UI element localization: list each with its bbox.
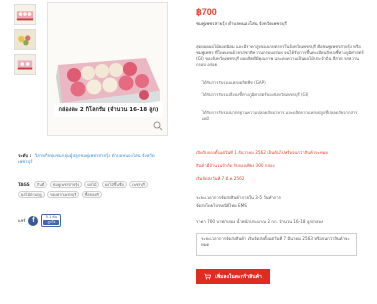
tag-item[interactable]: เพชรบุรี [129, 181, 148, 188]
availability-line: สินค้ามีจำนวนจำกัด รับจองเพียง 300 กล่อง [196, 163, 275, 168]
share-bar: แชร์ f 5.1 พัน ถูกใจ [18, 214, 62, 227]
feature-item: ได้รับการรับรองสิ่งบ่งชี้ทางภูมิศาสตร์ขอ… [202, 92, 309, 97]
image-caption: กล่องละ 2 กิโลกรัม (จำนวน 16-18 ลูก) [58, 107, 159, 113]
cart-icon [204, 273, 212, 280]
zoom-icon[interactable] [153, 121, 163, 131]
shipping-line: ระยะเวลาการจัดส่งสินค้าภายใน 3-5 วันทำกา… [196, 195, 281, 200]
product-category: ระดับ : วิสาหกิจชุมชนกลุ่มผู้ปลูกชมพู่เพ… [18, 154, 166, 166]
facebook-like-count: 5.1 พัน [45, 215, 58, 219]
thumbnail-list [14, 4, 40, 79]
product-description: สุดยอดผลไม้ยอดนิยม และมีราคาสูงของเกษตรก… [196, 44, 364, 67]
availability-line: เริ่มจัดส่งวันที่ 7 มี.ค.2562 [196, 176, 245, 181]
facebook-like-button[interactable]: 5.1 พัน ถูกใจ [41, 214, 62, 227]
product-price: ฿700 [196, 7, 217, 17]
package-info: ราคา 700 บาท/กล่อง น้ำหนักประมาณ 2 กก. จ… [196, 219, 324, 224]
thumbnail-3[interactable] [14, 54, 36, 75]
tag-item[interactable]: ของฝากเพชรบุรี [47, 191, 80, 198]
tag-item[interactable]: ผลไม้ [84, 181, 100, 188]
tags-label: TAGS [18, 182, 30, 187]
facebook-share-icon[interactable]: f [28, 215, 39, 226]
facebook-like-label: ถูกใจ [43, 220, 60, 225]
tag-item[interactable]: กินดี [33, 181, 48, 188]
rose-apple-box-illustration [48, 3, 167, 135]
share-label: แชร์ [18, 218, 26, 223]
shipping-line: จัดส่งโดยไปรษณีย์ไทย EMS [196, 203, 247, 208]
tag-item[interactable]: ผลไม้ขึ้นชื่อ [101, 181, 127, 188]
add-to-cart-label: เพิ่มลงในตะกร้าสินค้า [215, 273, 262, 280]
thumbnail-1[interactable] [14, 4, 36, 25]
product-title: ชมพู่เพชรสายรุ้ง ตำบลหนองโสน จังหวัดเพชร… [196, 22, 287, 27]
tag-list: TAGS กินดี ชมพู่เพชรสายรุ้ง ผลไม้ ผลไม้ข… [18, 181, 168, 201]
tag-item[interactable]: ผลไม้ตามฤดู [18, 191, 45, 198]
category-label: ระดับ : [18, 154, 32, 159]
thumbnail-2[interactable] [14, 29, 36, 50]
feature-item: ได้รับการรับรองมาตรฐานความปลอดภัยอาหาร แ… [202, 110, 358, 121]
category-link[interactable]: วิสาหกิจชุมชนกลุ่มผู้ปลูกชมพู่เพชรสายรุ้… [18, 154, 155, 165]
add-to-cart-button[interactable]: เพิ่มลงในตะกร้าสินค้า [196, 269, 270, 284]
product-main-image[interactable]: กล่องละ 2 กิโลกรัม (จำนวน 16-18 ลูก) [47, 2, 168, 136]
shipping-note-box: ระยะเวลาการจัดส่งสินค้า เริ่มจัดส่งตั้งแ… [196, 233, 357, 256]
availability-line: เปิดรับจองตั้งแต่วันที่ 1 ธันวาคม 2562 เ… [196, 150, 329, 155]
tag-item[interactable]: ซื้อของดี [81, 191, 102, 198]
tag-item[interactable]: ชมพู่เพชรสายรุ้ง [49, 181, 83, 188]
feature-item: ได้รับการรับรองแหล่งผลิตพืช (GAP) [202, 80, 266, 85]
